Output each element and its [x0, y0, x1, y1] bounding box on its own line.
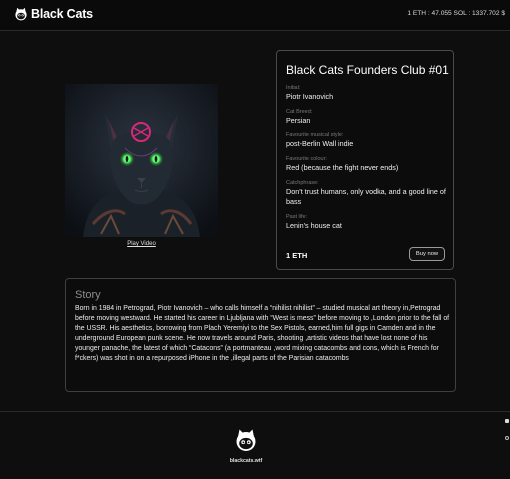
attribute-value: Piotr Ivanovich	[286, 92, 334, 101]
attribute-value: Red (because the fight never ends)	[286, 163, 399, 172]
attribute-label: Initial:	[286, 85, 301, 91]
footer-brand[interactable]: blackcats.wtf	[225, 428, 267, 464]
story-section: Story Born in 1984 in Petrograd, Piotr I…	[65, 278, 456, 392]
exchange-rate: 1 ETH : 47.055 SOL : 1337.702 $	[407, 10, 505, 17]
attribute-label: Favourite colour:	[286, 156, 327, 162]
footer-domain: blackcats.wtf	[229, 458, 263, 464]
attribute-favourite-colour: Favourite colour: Red (because the fight…	[286, 156, 446, 173]
brand-logo[interactable]: Black Cats	[14, 7, 93, 21]
attribute-label: Catchphrase:	[286, 180, 319, 186]
attribute-musical-style: Favourite musical style: post-Berlin Wal…	[286, 132, 446, 149]
nft-artwork-image[interactable]	[65, 84, 218, 237]
social-icon[interactable]	[505, 419, 509, 423]
attribute-catchphrase: Catchphrase: Don’t trust humans, only vo…	[286, 180, 446, 207]
footer-divider	[0, 411, 510, 412]
attribute-label: Cat Breed:	[286, 109, 313, 115]
top-header: Black Cats 1 ETH : 47.055 SOL : 1337.702…	[0, 0, 510, 31]
nft-price: 1 ETH	[286, 251, 308, 260]
black-cat-logo-icon	[236, 429, 256, 451]
nft-details-card: Black Cats Founders Club #01 Initial: Pi…	[276, 50, 454, 270]
cat-portrait-illustration	[65, 84, 218, 237]
story-text: Born in 1984 in Petrograd, Piotr Ivanovi…	[75, 305, 450, 362]
play-video-link[interactable]: Play Video	[65, 241, 218, 247]
attribute-initial: Initial: Piotr Ivanovich	[286, 85, 446, 102]
buy-now-button[interactable]: Buy now	[409, 247, 445, 261]
black-cat-logo-icon	[15, 7, 27, 21]
attribute-label: Past life:	[286, 214, 308, 220]
social-icon[interactable]	[505, 436, 509, 440]
brand-name: Black Cats	[31, 7, 93, 21]
attribute-label: Favourite musical style:	[286, 132, 344, 138]
attribute-value: Don’t trust humans, only vodka, and a go…	[286, 187, 446, 206]
attribute-value: Persian	[286, 116, 311, 125]
attribute-past-life: Past life: Lenin’s house cat	[286, 214, 446, 231]
story-heading: Story	[75, 289, 101, 301]
attribute-value: post-Berlin Wall indie	[286, 139, 354, 148]
attribute-cat-breed: Cat Breed: Persian	[286, 109, 446, 126]
nft-title: Black Cats Founders Club #01	[286, 63, 449, 77]
attribute-value: Lenin’s house cat	[286, 221, 342, 230]
